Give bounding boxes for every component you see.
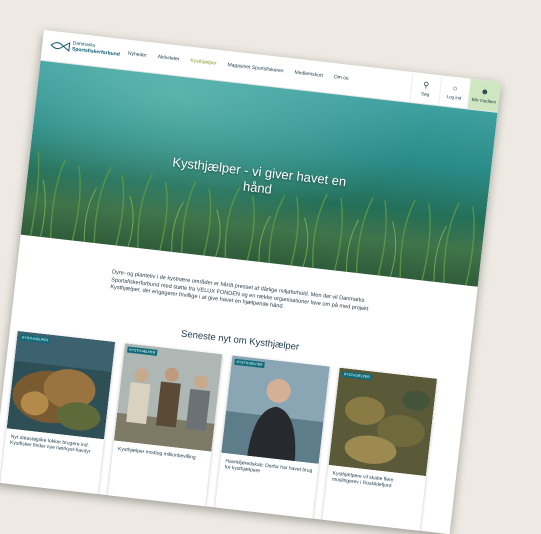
card-date: Indlæg den 20. december 2024: [111, 501, 165, 512]
nav-item-kysthjaelper[interactable]: Kysthjælper: [190, 58, 217, 67]
login-button[interactable]: ○ Log ind: [438, 75, 471, 109]
card-date: Indlæg den 13. december 2024: [218, 513, 272, 524]
card-date: Indlæg den 21. januar 2025: [4, 489, 51, 499]
become-member-button[interactable]: ☻ Bliv medlem: [466, 78, 502, 112]
nav-item-magazine[interactable]: Magasinet Sportsfiskeren: [227, 62, 284, 74]
member-label: Bliv medlem: [471, 96, 497, 105]
search-label: Søg: [420, 90, 430, 97]
card-body: Havmiljøredskab: Derfor har havet brug f…: [214, 452, 319, 532]
search-button[interactable]: ⚲ Søg: [409, 71, 442, 106]
news-card[interactable]: KYSTHJÆLPER Kysthjælpere vil skabe flere…: [320, 367, 438, 534]
webpage-screenshot: Danmarks Sportsfiskerforbund Nyheder Akt…: [0, 30, 502, 534]
card-title[interactable]: Nyt datastøjpike lokker brugere ind. Kys…: [10, 433, 99, 456]
card-image: KYSTHJÆLPER: [6, 330, 116, 439]
fish-logo-icon[interactable]: [50, 39, 71, 53]
card-body: Nyt datastøjpike lokker brugere ind. Kys…: [0, 428, 104, 508]
nav-item-news[interactable]: Nyheder: [128, 51, 147, 59]
underwater-coral-image: [6, 330, 116, 439]
logo-text-line2: Sportsfiskerforbund: [71, 46, 121, 58]
intro-text: Dyre- og planteliv i de kystnære områder…: [109, 269, 369, 313]
lock-icon: ○: [452, 83, 459, 93]
mussel-reef-image: [328, 367, 438, 476]
nav-item-about[interactable]: Om os: [334, 74, 349, 82]
three-people-photo: [114, 342, 223, 452]
search-icon: ⚲: [422, 79, 430, 90]
card-image: KYSTHJÆLPER: [114, 342, 223, 452]
card-image: KYSTHJÆLPER: [221, 354, 330, 464]
nav-item-membership[interactable]: Medlemskort: [294, 70, 323, 79]
news-card[interactable]: KYSTHJÆLPER Nyt datastøjpike lokker brug…: [0, 330, 116, 508]
card-title[interactable]: Havmiljøredskab: Derfor har havet brug f…: [224, 458, 313, 481]
user-icon: ☻: [480, 86, 490, 97]
card-body: Kysthjælper modtog millionbevilling Indl…: [106, 440, 211, 520]
card-title[interactable]: Kysthjælpere vil skabe flere muslingerev…: [332, 470, 421, 493]
nav-item-activities[interactable]: Aktiviteter: [157, 54, 179, 62]
login-label: Log ind: [446, 93, 462, 101]
card-image: KYSTHJÆLPER: [328, 367, 438, 476]
card-body: Kysthjælpere vil skabe flere muslingerev…: [321, 465, 426, 534]
news-card[interactable]: KYSTHJÆLPER Havmiljøredskab: Derfor har …: [213, 354, 330, 532]
diver-photo: [221, 354, 330, 464]
news-card[interactable]: KYSTHJÆLPER Kysthjælper modtog millionbe…: [106, 342, 223, 520]
card-title[interactable]: Kysthjælper modtog millionbevilling: [118, 446, 206, 462]
card-date: Indlæg den 11. december 2024: [326, 525, 379, 534]
